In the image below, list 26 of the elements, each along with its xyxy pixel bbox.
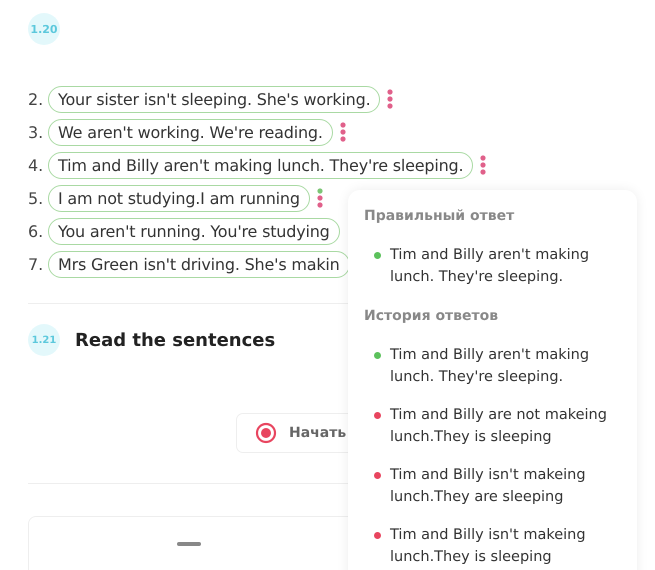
answer-text: Tim and Billy aren't making lunch. They're sleeping.: [390, 346, 590, 387]
item-number: 5.: [28, 188, 44, 208]
more-icon[interactable]: [316, 188, 323, 208]
more-icon[interactable]: [387, 89, 394, 109]
drag-handle[interactable]: [177, 542, 201, 546]
exercise-number: 1.20: [28, 13, 60, 45]
answer-field[interactable]: You aren't running. You're studying: [48, 218, 340, 244]
section-heading: Правильный ответ: [364, 208, 516, 224]
item-number: 7.: [28, 254, 44, 274]
more-icon[interactable]: [340, 122, 346, 142]
answer-field[interactable]: Your sister isn't sleeping. She's working.: [48, 86, 380, 112]
answer-field[interactable]: I am not studying.I am running: [48, 184, 310, 212]
record-icon: [255, 422, 277, 444]
answer-field[interactable]: Tim and Billy aren't making lunch. They're sleeping.: [48, 152, 474, 178]
exercise-title: Read the sentences: [75, 330, 276, 350]
answer-text: Tim and Billy isn't makeing lunch.They is sleeping: [390, 526, 587, 567]
answer-field[interactable]: We aren't working. We're reading.: [48, 118, 333, 146]
more-icon[interactable]: [480, 155, 486, 175]
answer-text: Tim and Billy isn't makeing lunch.They are sleeping: [390, 466, 587, 507]
exercise-number: 1.21: [28, 324, 60, 356]
item-number: 3.: [28, 122, 44, 142]
item-number: 2.: [28, 90, 44, 108]
answer-text: Tim and Billy aren't making lunch. They're sleeping.: [390, 246, 590, 287]
section-heading: История ответов: [364, 308, 500, 324]
item-number: 6.: [28, 222, 44, 240]
item-number: 4.: [28, 156, 44, 174]
